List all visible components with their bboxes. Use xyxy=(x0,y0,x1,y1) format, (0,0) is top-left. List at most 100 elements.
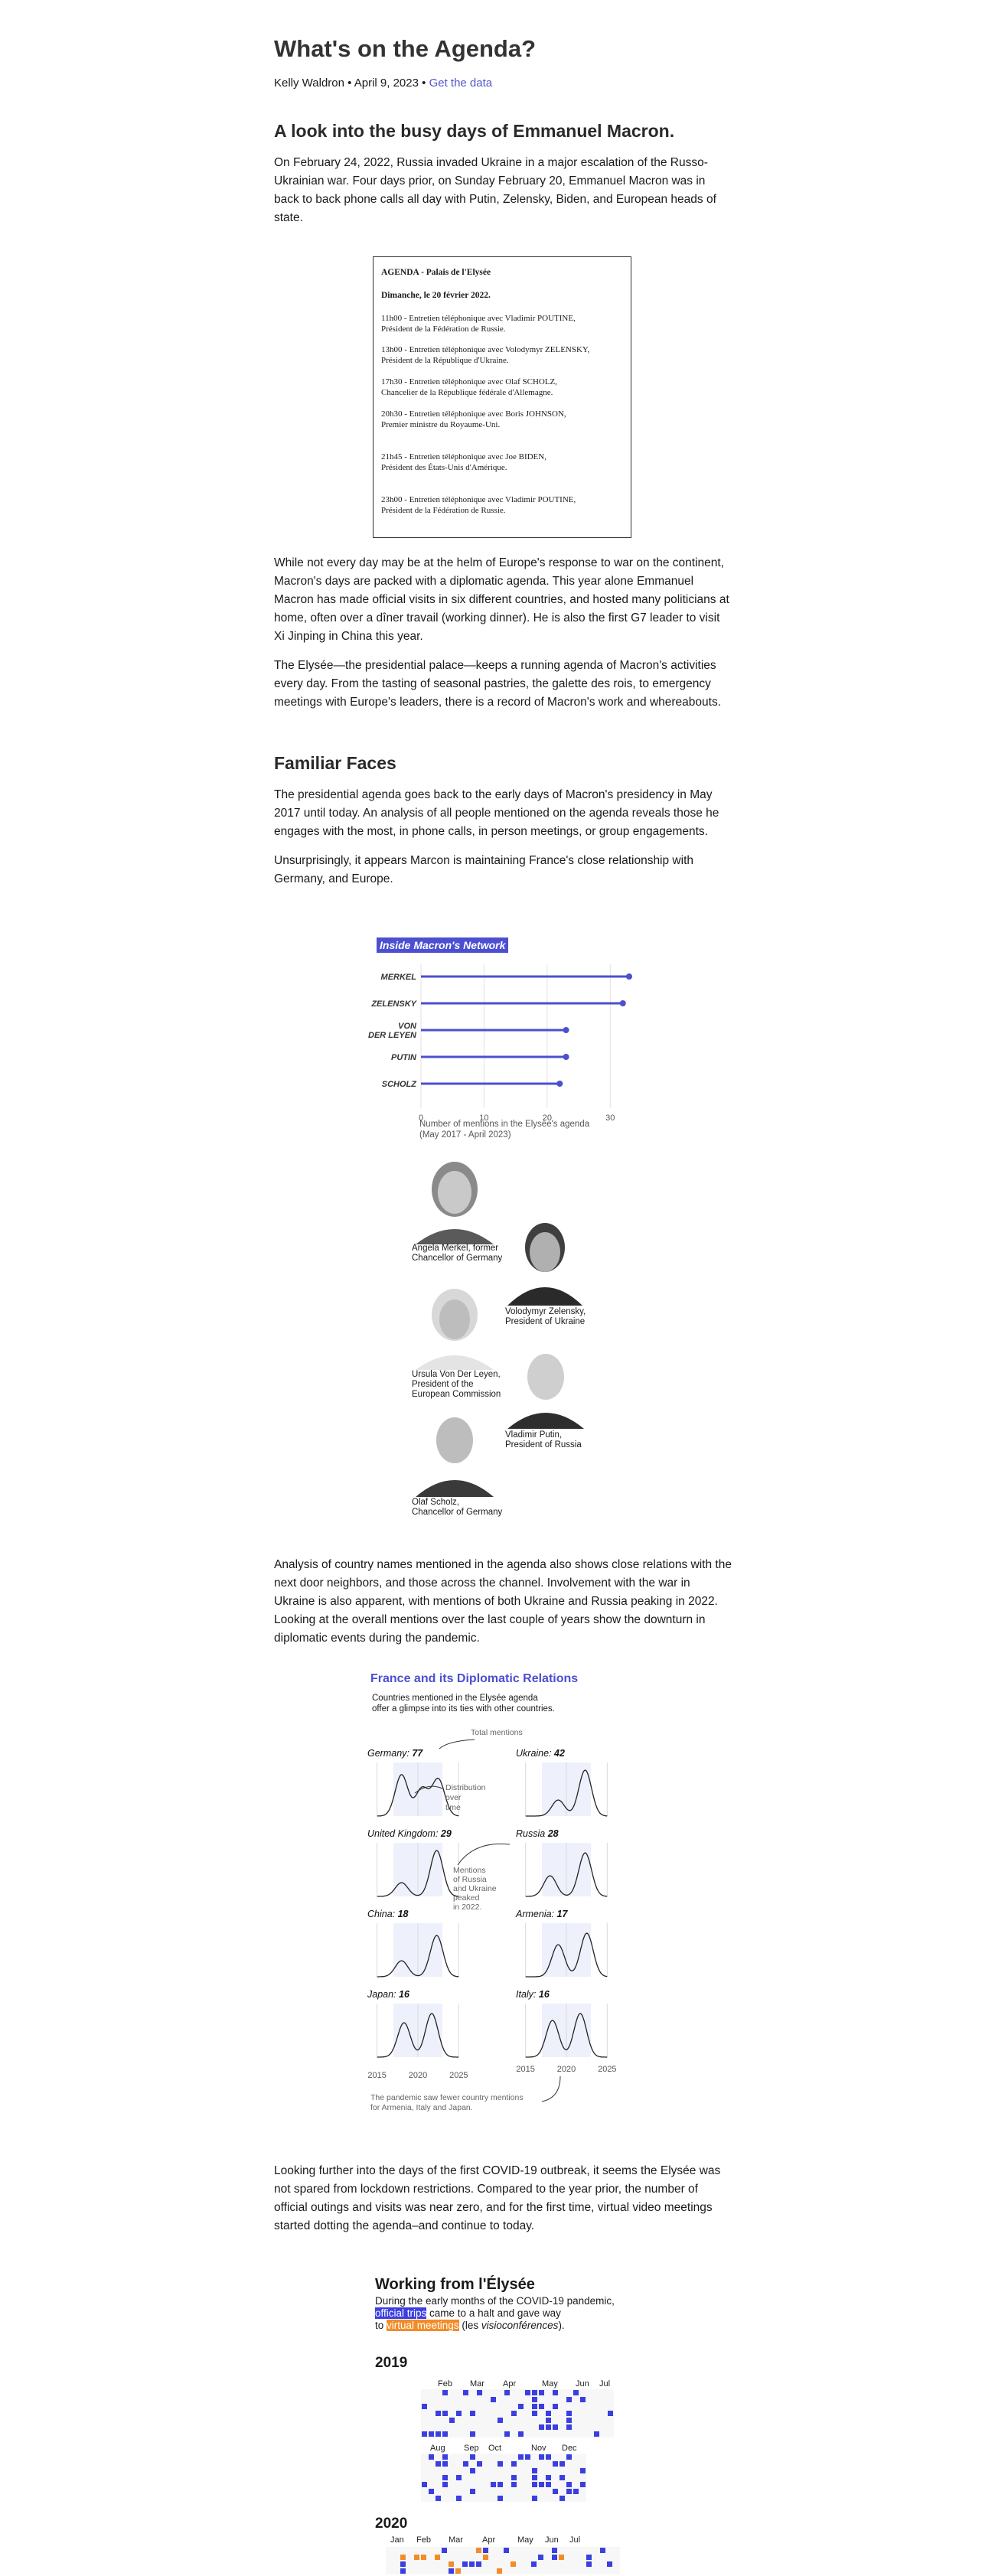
day-cell xyxy=(539,2482,544,2487)
month-label: May xyxy=(542,2379,558,2389)
day-cell xyxy=(422,2431,427,2437)
legend-virtual-meetings: virtual meetings xyxy=(387,2320,459,2331)
day-cell xyxy=(559,2461,565,2467)
relations-chart-title: France and its Diplomatic Relations xyxy=(370,1672,579,1685)
day-cell xyxy=(531,2561,537,2567)
agenda-title: AGENDA - Palais de l'Elysée xyxy=(381,268,491,277)
section-heading-intro: A look into the busy days of Emmanuel Ma… xyxy=(274,121,675,141)
day-cell xyxy=(532,2482,537,2487)
agenda-document: AGENDA - Palais de l'Elysée Dimanche, le… xyxy=(373,256,631,538)
day-cell xyxy=(497,2482,503,2487)
page-title: What's on the Agenda? xyxy=(274,35,537,62)
annotation-russia: peaked xyxy=(453,1893,480,1903)
day-cell xyxy=(491,2482,496,2487)
category-label: ZELENSKY xyxy=(370,999,417,1009)
day-cell xyxy=(594,2431,599,2437)
byline: Kelly Waldron • April 9, 2023 • Get the … xyxy=(274,77,733,90)
annotation-arrow xyxy=(457,1843,511,1866)
day-cell xyxy=(422,2404,427,2409)
day-cell xyxy=(532,2496,537,2501)
day-cell xyxy=(462,2561,468,2567)
day-cell xyxy=(477,2390,482,2395)
day-cell xyxy=(477,2461,482,2467)
month-label: Nov xyxy=(531,2444,546,2453)
day-cell xyxy=(511,2461,517,2467)
day-cell xyxy=(566,2454,572,2460)
day-cell xyxy=(497,2418,503,2423)
lollipop-point xyxy=(563,1027,569,1033)
day-cell xyxy=(608,2411,613,2416)
day-cell xyxy=(546,2411,551,2416)
day-cell xyxy=(580,2482,586,2487)
day-cell xyxy=(559,2555,564,2560)
annotation-distribution: time xyxy=(445,1803,461,1812)
day-cell xyxy=(552,2548,557,2553)
day-cell xyxy=(532,2411,537,2416)
day-cell xyxy=(470,2489,475,2494)
day-cell xyxy=(518,2404,524,2409)
day-cell xyxy=(442,2475,448,2480)
day-cell xyxy=(449,2568,454,2574)
merkel-caption: Angela Merkel, former Chancellor of Germa… xyxy=(412,1244,503,1263)
day-cell xyxy=(469,2561,475,2567)
day-cell xyxy=(532,2390,537,2395)
relations-subtitle: Countries mentioned in the Elysée agenda… xyxy=(372,1694,555,1714)
network-chart: 0 10 20 30MERKELZELENSKYVONDER LEYENPUTINSC… xyxy=(368,964,632,1123)
agenda-date: Dimanche, le 20 février 2022. xyxy=(381,290,491,300)
agenda-entry: 11h00 - Entretien téléphonique avec Vlad… xyxy=(381,314,576,334)
day-cell xyxy=(436,2496,441,2501)
covid-paragraph: Looking further into the days of the fir… xyxy=(274,2164,721,2232)
day-cell xyxy=(483,2548,488,2553)
country-label: China: 18 xyxy=(367,1909,409,1919)
working-chart-title: Working from l'Élysée xyxy=(375,2276,535,2293)
day-cell xyxy=(421,2555,426,2560)
day-cell xyxy=(566,2418,572,2423)
get-data-link[interactable]: Get the data xyxy=(429,77,493,90)
day-cell xyxy=(553,2404,558,2409)
lollipop-point xyxy=(626,973,632,980)
day-cell xyxy=(525,2390,530,2395)
month-label: Apr xyxy=(503,2379,516,2389)
day-cell xyxy=(546,2418,551,2423)
country-label: Russia 28 xyxy=(516,1828,559,1839)
section-heading-faces: Familiar Faces xyxy=(274,753,396,773)
von-der-leyen-caption: Ursula Von Der Leyen, President of the Eur… xyxy=(412,1370,501,1399)
agenda-entry: 17h30 - Entretien téléphonique avec Olaf… xyxy=(381,377,558,397)
x-tick-label: 2015 xyxy=(516,2065,534,2074)
scholz-portrait xyxy=(409,1407,500,1497)
calendar-grid xyxy=(421,2389,614,2437)
byline-text: Kelly Waldron • April 9, 2023 • xyxy=(274,77,426,90)
day-cell xyxy=(442,2431,448,2437)
day-cell xyxy=(449,2418,455,2423)
day-cell xyxy=(429,2431,434,2437)
country-label: Japan: 16 xyxy=(367,1989,410,2000)
day-cell xyxy=(566,2489,572,2494)
day-cell xyxy=(532,2397,537,2402)
month-label: Jul xyxy=(569,2535,580,2545)
x-tick-label: 2020 xyxy=(409,2071,427,2080)
x-tick-label: 2015 xyxy=(367,2071,386,2080)
day-cell xyxy=(511,2411,517,2416)
day-cell xyxy=(532,2468,537,2473)
annotation-pandemic: The pandemic saw fewer country mentions xyxy=(370,2093,524,2102)
day-cell xyxy=(573,2390,579,2395)
zelensky-caption: Volodymyr Zelensky, President of Ukraine xyxy=(505,1307,586,1326)
putin-portrait xyxy=(503,1343,589,1429)
day-cell xyxy=(436,2461,441,2467)
day-cell xyxy=(566,2411,572,2416)
day-cell xyxy=(456,2475,462,2480)
network-chart-title: Inside Macron's Network xyxy=(377,937,509,953)
annotation-russia: of Russia xyxy=(453,1875,487,1884)
putin-caption: Vladimir Putin, President of Russia xyxy=(505,1430,582,1449)
month-label: Jan xyxy=(390,2535,404,2545)
annotation-distribution: Distribution xyxy=(445,1783,486,1792)
day-cell xyxy=(436,2411,441,2416)
day-cell xyxy=(559,2475,565,2480)
annotation-distribution: over xyxy=(445,1793,462,1802)
faces-paragraph-1: The presidential agenda goes back to the… xyxy=(274,788,719,838)
category-label: PUTIN xyxy=(391,1053,417,1062)
annotation-arrow xyxy=(439,1739,475,1749)
day-cell xyxy=(539,2424,544,2430)
intro-paragraph-3: The Elysée—the presidential palace—keeps… xyxy=(274,659,722,709)
day-cell xyxy=(539,2390,544,2395)
